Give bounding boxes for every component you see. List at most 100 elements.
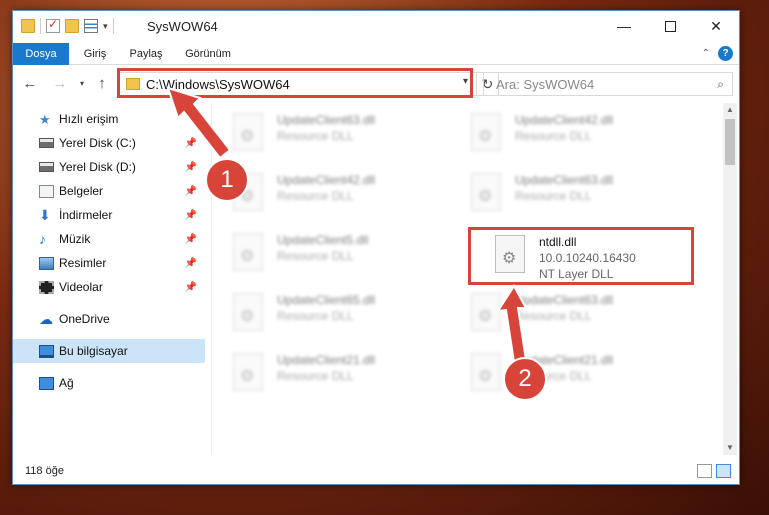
tab-view[interactable]: Görünüm bbox=[177, 43, 239, 65]
file-tile[interactable]: ⚙ UpdateClient65.dll Resource DLL bbox=[219, 287, 439, 341]
video-icon bbox=[39, 280, 54, 294]
file-tile[interactable]: ⚙ UpdateClient21.dll Resource DLL bbox=[457, 347, 677, 401]
maximize-icon bbox=[664, 20, 676, 32]
nav-item-downloads[interactable]: ⬇ İndirmeler 📌 bbox=[13, 203, 205, 227]
forward-button[interactable]: → bbox=[51, 74, 69, 94]
gear-icon: ⚙ bbox=[478, 368, 493, 385]
cloud-icon: ☁ bbox=[39, 310, 53, 327]
tab-home[interactable]: Giriş bbox=[75, 43, 115, 65]
file-type: Resource DLL bbox=[515, 309, 592, 323]
file-type: Resource DLL bbox=[277, 249, 354, 263]
file-tile[interactable]: ⚙ UpdateClient5.dll Resource DLL bbox=[219, 227, 439, 281]
window-title: SysWOW64 bbox=[147, 19, 218, 34]
pane-divider[interactable] bbox=[211, 103, 212, 455]
file-name: UpdateClient63.dll bbox=[277, 113, 376, 127]
properties-icon[interactable] bbox=[84, 19, 98, 33]
view-switcher bbox=[697, 464, 731, 478]
gear-icon: ⚙ bbox=[240, 248, 255, 265]
tiles-view-icon[interactable] bbox=[716, 464, 731, 478]
scroll-down-icon[interactable]: ▼ bbox=[723, 441, 737, 455]
file-name: UpdateClient63.dll bbox=[515, 173, 614, 187]
tab-file[interactable]: Dosya bbox=[13, 43, 69, 65]
pin-icon[interactable]: 📌 bbox=[185, 162, 197, 173]
file-type: Resource DLL bbox=[277, 129, 354, 143]
drive-icon bbox=[39, 162, 54, 172]
nav-item-label: Yerel Disk (D:) bbox=[59, 160, 136, 174]
dll-file-icon: ⚙ bbox=[471, 293, 501, 331]
navigation-pane: ★ Hızlı erişim Yerel Disk (C:) 📌 Yerel D… bbox=[13, 103, 209, 455]
star-icon: ★ bbox=[39, 111, 51, 127]
step-1-badge: 1 bbox=[205, 158, 249, 202]
folder-icon bbox=[21, 19, 35, 33]
chevron-up-icon[interactable]: ⌃ bbox=[702, 48, 710, 59]
nav-item-music[interactable]: ♪ Müzik 📌 bbox=[13, 227, 205, 251]
file-tile[interactable]: ⚙ UpdateClient21.dll Resource DLL bbox=[219, 347, 439, 401]
search-input[interactable]: Ara: SysWOW64 ⌕ bbox=[483, 72, 733, 96]
file-tile[interactable]: ⚙ UpdateClient42.dll Resource DLL bbox=[457, 107, 677, 161]
file-tile[interactable]: ⚙ UpdateClient63.dll Resource DLL bbox=[457, 287, 677, 341]
pin-icon[interactable]: 📌 bbox=[185, 234, 197, 245]
ribbon-controls: ⌃ ? bbox=[702, 46, 733, 61]
nav-item-videos[interactable]: Videolar 📌 bbox=[13, 275, 205, 299]
nav-item-label: Resimler bbox=[59, 256, 107, 270]
dll-file-icon: ⚙ bbox=[233, 353, 263, 391]
file-name: UpdateClient42.dll bbox=[277, 173, 376, 187]
nav-item-documents[interactable]: Belgeler 📌 bbox=[13, 179, 205, 203]
pin-icon[interactable]: 📌 bbox=[185, 258, 197, 269]
nav-item-label: Bu bilgisayar bbox=[59, 344, 128, 358]
dll-file-icon: ⚙ bbox=[471, 173, 501, 211]
file-tile[interactable]: ⚙ UpdateClient42.dll Resource DLL bbox=[219, 167, 439, 221]
file-name: UpdateClient63.dll bbox=[515, 293, 614, 307]
close-button[interactable]: ✕ bbox=[693, 11, 739, 41]
pin-icon[interactable]: 📌 bbox=[185, 210, 197, 221]
file-type: Resource DLL bbox=[277, 309, 354, 323]
nav-item-label: Belgeler bbox=[59, 184, 104, 198]
nav-item-local-disk-d[interactable]: Yerel Disk (D:) 📌 bbox=[13, 155, 205, 179]
gear-icon: ⚙ bbox=[478, 308, 493, 325]
download-icon: ⬇ bbox=[39, 206, 51, 223]
ribbon-tabs: Dosya Giriş Paylaş Görünüm ⌃ ? bbox=[13, 43, 739, 65]
tab-share[interactable]: Paylaş bbox=[121, 43, 171, 65]
dll-file-icon: ⚙ bbox=[233, 293, 263, 331]
nav-item-quick-access[interactable]: ★ Hızlı erişim bbox=[13, 107, 205, 131]
search-icon[interactable]: ⌕ bbox=[717, 77, 724, 92]
file-tile[interactable]: ⚙ UpdateClient63.dll Resource DLL bbox=[219, 107, 439, 161]
status-bar: 118 öğe bbox=[13, 460, 739, 484]
dll-file-icon: ⚙ bbox=[471, 113, 501, 151]
pin-icon[interactable]: 📌 bbox=[185, 186, 197, 197]
file-tile[interactable]: ⚙ UpdateClient63.dll Resource DLL bbox=[457, 167, 677, 221]
step-2-badge: 2 bbox=[503, 357, 547, 401]
toolbar-divider bbox=[40, 18, 41, 34]
minimize-button[interactable]: — bbox=[601, 11, 647, 41]
pin-icon[interactable]: 📌 bbox=[185, 282, 197, 293]
nav-item-label: Müzik bbox=[59, 232, 91, 246]
file-name: UpdateClient21.dll bbox=[277, 353, 376, 367]
nav-item-label: İndirmeler bbox=[59, 208, 113, 222]
vertical-scrollbar[interactable]: ▲ ▼ bbox=[723, 103, 737, 455]
gear-icon: ⚙ bbox=[240, 368, 255, 385]
back-button[interactable]: ← bbox=[21, 74, 39, 94]
file-type: Resource DLL bbox=[277, 369, 354, 383]
pictures-icon bbox=[39, 256, 54, 270]
help-icon[interactable]: ? bbox=[718, 46, 733, 61]
nav-item-onedrive[interactable]: ☁ OneDrive bbox=[13, 307, 205, 331]
nav-item-pictures[interactable]: Resimler 📌 bbox=[13, 251, 205, 275]
dll-file-icon: ⚙ bbox=[233, 113, 263, 151]
dll-file-icon: ⚙ bbox=[233, 233, 263, 271]
details-view-icon[interactable] bbox=[697, 464, 712, 478]
scroll-up-icon[interactable]: ▲ bbox=[723, 103, 737, 117]
maximize-button[interactable] bbox=[647, 11, 693, 41]
scroll-thumb[interactable] bbox=[725, 119, 735, 165]
nav-item-this-pc[interactable]: Bu bilgisayar bbox=[13, 339, 205, 363]
nav-item-local-disk-c[interactable]: Yerel Disk (C:) 📌 bbox=[13, 131, 205, 155]
chevron-down-icon[interactable]: ▾ bbox=[103, 21, 108, 32]
nav-item-label: OneDrive bbox=[59, 312, 110, 326]
new-folder-icon[interactable] bbox=[65, 19, 79, 33]
nav-item-network[interactable]: Ağ bbox=[13, 371, 205, 395]
pin-icon[interactable]: 📌 bbox=[185, 138, 197, 149]
search-placeholder: Ara: SysWOW64 bbox=[496, 77, 595, 92]
up-button[interactable]: ↑ bbox=[93, 74, 111, 94]
file-type: Resource DLL bbox=[515, 189, 592, 203]
recent-locations-button[interactable]: ▾ bbox=[73, 74, 91, 94]
properties-check-icon[interactable] bbox=[46, 17, 60, 33]
